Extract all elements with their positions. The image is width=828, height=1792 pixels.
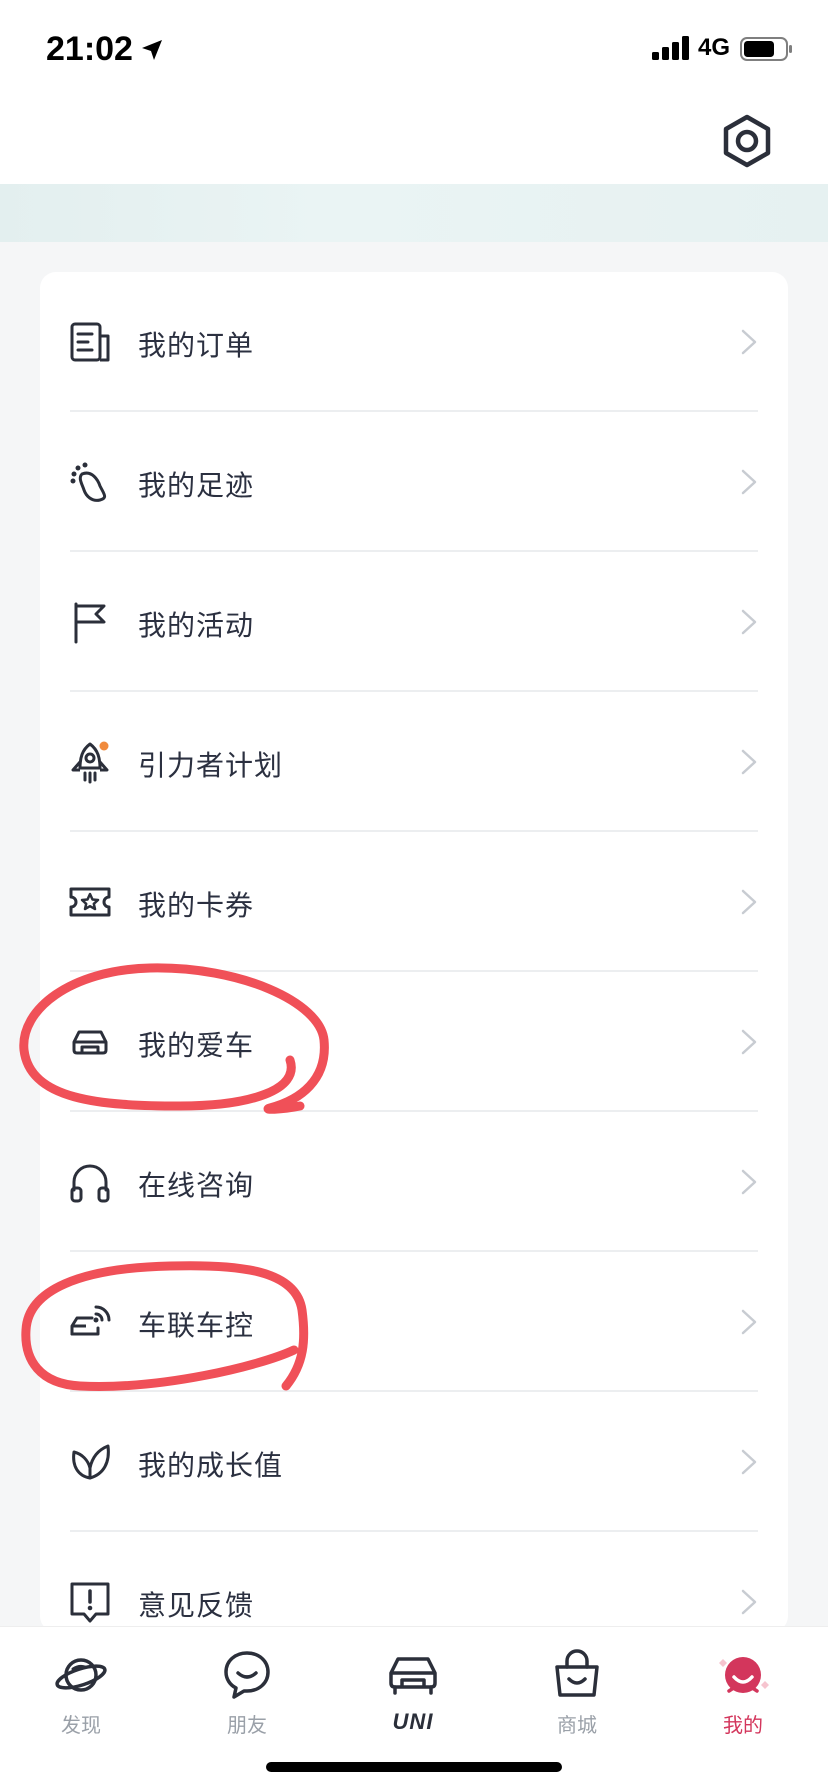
shopping-bag-icon (555, 1649, 599, 1697)
chevron-right-icon (741, 329, 757, 355)
headphones-icon (64, 1156, 116, 1208)
signal-strength-icon (652, 36, 689, 60)
menu-item-feedback[interactable]: 意见反馈 (40, 1532, 788, 1632)
menu-item-growth-value[interactable]: 我的成长值 (40, 1392, 788, 1532)
menu-item-label: 我的足迹 (138, 469, 255, 502)
tab-uni[interactable]: UNI (348, 1637, 478, 1747)
status-bar: 21:02 4G (0, 0, 828, 100)
menu-item-label: 我的成长值 (138, 1449, 284, 1482)
tab-label: 发现 (61, 1713, 101, 1737)
tab-discover[interactable]: 发现 (16, 1637, 146, 1747)
chevron-right-icon (741, 749, 757, 775)
tab-label: 商城 (557, 1713, 597, 1737)
leaf-icon (64, 1436, 116, 1488)
flag-icon (64, 596, 116, 648)
battery-icon (740, 37, 792, 61)
menu-item-label: 我的卡券 (138, 889, 255, 922)
menu-item-label: 我的订单 (138, 329, 255, 362)
header-bar (0, 100, 828, 184)
menu-item-activities[interactable]: 我的活动 (40, 552, 788, 692)
menu-item-gravity-plan[interactable]: 引力者计划 (40, 692, 788, 832)
menu-item-my-car[interactable]: 我的爱车 (40, 972, 788, 1112)
tab-friends[interactable]: 朋友 (182, 1637, 312, 1747)
tab-mall[interactable]: 商城 (512, 1637, 642, 1747)
location-arrow-icon (142, 40, 162, 60)
car-icon (64, 1016, 116, 1068)
tab-mine[interactable]: 我的 (678, 1637, 808, 1747)
car-front-icon (389, 1657, 437, 1695)
chevron-right-icon (741, 889, 757, 915)
menu-item-footprints[interactable]: 我的足迹 (40, 412, 788, 552)
chevron-right-icon (741, 609, 757, 635)
menu-item-online-consult[interactable]: 在线咨询 (40, 1112, 788, 1252)
menu-item-label: 我的活动 (138, 609, 255, 642)
footprint-icon (64, 456, 116, 508)
status-time: 21:02 (46, 30, 133, 68)
menu-item-label: 在线咨询 (138, 1169, 255, 1202)
chevron-right-icon (741, 469, 757, 495)
chevron-right-icon (741, 1309, 757, 1335)
chevron-right-icon (741, 1169, 757, 1195)
chevron-right-icon (741, 1029, 757, 1055)
planet-icon (55, 1658, 107, 1692)
order-list-icon (64, 316, 116, 368)
chevron-right-icon (741, 1449, 757, 1475)
menu-card: 我的订单 我的足迹 我的活动 引力者计划 我的卡券 我的爱车 在线咨询 车联车控… (40, 272, 788, 1632)
menu-item-connected-car[interactable]: 车联车控 (40, 1252, 788, 1392)
feedback-icon (64, 1576, 116, 1628)
home-indicator (266, 1762, 562, 1772)
menu-item-orders[interactable]: 我的订单 (40, 272, 788, 412)
tab-label: 我的 (723, 1713, 763, 1737)
menu-item-label: 引力者计划 (138, 749, 284, 782)
chevron-right-icon (741, 1589, 757, 1615)
chat-bubble-icon (224, 1651, 270, 1699)
menu-item-coupons[interactable]: 我的卡券 (40, 832, 788, 972)
menu-item-label: 我的爱车 (138, 1029, 255, 1062)
profile-face-icon (719, 1657, 769, 1693)
settings-button[interactable] (714, 108, 780, 174)
rocket-icon (64, 736, 116, 788)
network-type: 4G (698, 34, 731, 61)
connected-car-icon (64, 1296, 116, 1348)
uni-wordmark: UNI (392, 1709, 434, 1734)
menu-item-label: 车联车控 (138, 1309, 255, 1342)
settings-hexagon-icon (723, 114, 771, 168)
banner-strip (0, 184, 828, 242)
coupon-icon (64, 876, 116, 928)
tab-label: 朋友 (227, 1713, 267, 1737)
menu-item-label: 意见反馈 (138, 1589, 255, 1622)
